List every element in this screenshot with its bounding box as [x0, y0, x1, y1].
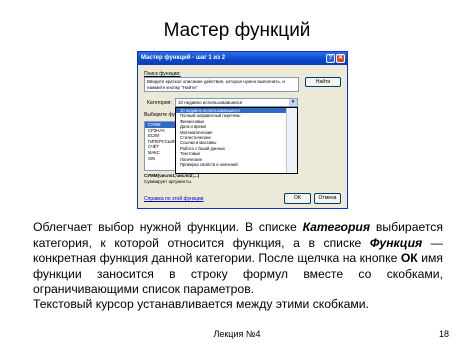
cancel-button[interactable]: Отмена: [314, 193, 341, 204]
help-link[interactable]: Справка по этой функции: [144, 196, 203, 202]
category-select[interactable]: 10 недавно использовавшихся ▾: [175, 98, 298, 107]
help-icon[interactable]: ?: [326, 54, 335, 63]
dropdown-item[interactable]: Проверка свойств и значений: [176, 162, 297, 167]
ok-button[interactable]: OK: [284, 193, 311, 204]
function-term: Функция: [369, 235, 423, 250]
footer-lecture: Лекция №4: [213, 329, 261, 339]
close-icon[interactable]: ✕: [336, 54, 345, 63]
page-number: 18: [438, 329, 449, 339]
function-signature: СУММ(число1;число2;...): [144, 173, 200, 178]
dialog-titlebar: Мастер функций - шаг 1 из 2 ? ✕: [138, 52, 347, 65]
ok-term: ОК: [400, 251, 418, 266]
text-span: Облегчает выбор нужной функции. В списке: [33, 220, 303, 234]
category-dropdown[interactable]: 10 недавно использовавшихся Полный алфав…: [175, 107, 298, 174]
function-summary: Суммирует аргументы.: [144, 178, 192, 184]
search-input[interactable]: Введите краткое описание действия, котор…: [144, 77, 299, 92]
category-value: 10 недавно использовавшихся: [178, 100, 243, 105]
category-term: Категория: [302, 220, 371, 234]
slide-title: Мастер функций: [163, 20, 311, 41]
category-label: Категория:: [147, 100, 172, 106]
chevron-down-icon[interactable]: ▾: [289, 99, 297, 106]
find-button[interactable]: Найти: [305, 77, 341, 87]
cursor-paragraph: Текстовый курсор устанавливается между э…: [33, 297, 369, 311]
dialog-title: Мастер функций - шаг 1 из 2: [141, 55, 226, 61]
function-description: СУММ(число1;число2;...) Суммирует аргуме…: [144, 173, 199, 184]
dropdown-scrollbar[interactable]: [286, 108, 297, 173]
function-wizard-dialog: Мастер функций - шаг 1 из 2 ? ✕ Поиск фу…: [137, 51, 348, 209]
description-paragraph: Облегчает выбор нужной функции. В списке…: [33, 220, 443, 298]
